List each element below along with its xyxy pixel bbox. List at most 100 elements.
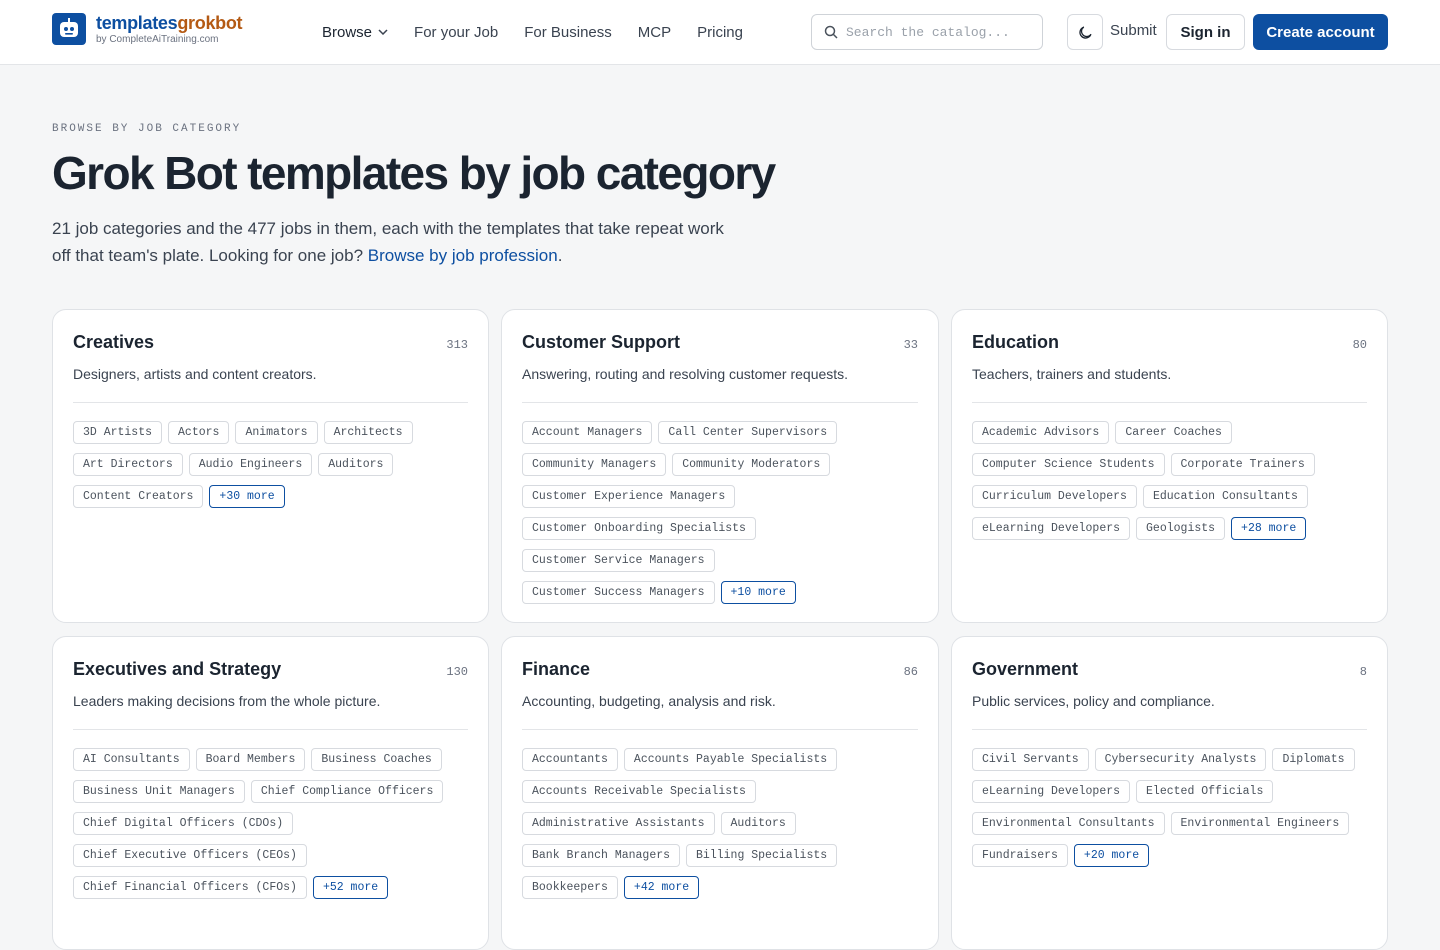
job-chip[interactable]: Auditors — [720, 812, 796, 835]
job-chip[interactable]: Chief Compliance Officers — [250, 780, 444, 803]
more-jobs-button[interactable]: +52 more — [312, 876, 389, 899]
job-chip[interactable]: Content Creators — [73, 485, 204, 508]
job-chip[interactable]: Animators — [235, 421, 318, 444]
job-chip[interactable]: Accounts Payable Specialists — [623, 748, 838, 771]
job-chip-list: Account Managers Call Center Supervisors… — [522, 421, 918, 613]
job-chip-list: Civil Servants Cybersecurity Analysts Di… — [972, 748, 1367, 876]
eyebrow-label: BROWSE BY JOB CATEGORY — [52, 123, 242, 135]
job-chip[interactable]: Administrative Assistants — [522, 812, 715, 835]
category-card-customer-support[interactable]: Customer Support 33 Answering, routing an… — [501, 309, 939, 623]
job-chip[interactable]: Business Unit Managers — [73, 780, 245, 803]
job-chip[interactable]: Customer Service Managers — [522, 549, 715, 572]
sign-in-button[interactable]: Sign in — [1166, 14, 1245, 50]
job-chip[interactable]: eLearning Developers — [972, 517, 1131, 540]
job-chip[interactable]: Account Managers — [522, 421, 653, 444]
more-jobs-button[interactable]: +20 more — [1073, 844, 1150, 867]
job-chip[interactable]: eLearning Developers — [972, 780, 1131, 803]
category-card-finance[interactable]: Finance 86 Accounting, budgeting, analysi… — [501, 636, 939, 950]
category-title: Government — [972, 659, 1079, 679]
brand-logo[interactable]: templatesgrokbot by CompleteAiTraining.c… — [52, 13, 243, 45]
robot-icon — [52, 13, 86, 45]
category-card-executives-and-strategy[interactable]: Executives and Strategy 130 Leaders makin… — [52, 636, 489, 950]
category-description: Accounting, budgeting, analysis and risk… — [522, 693, 918, 730]
job-chip[interactable]: Environmental Engineers — [1170, 812, 1350, 835]
create-account-button[interactable]: Create account — [1253, 14, 1388, 50]
job-chip[interactable]: Fundraisers — [972, 844, 1068, 867]
job-chip[interactable]: Auditors — [318, 453, 394, 476]
job-chip[interactable]: Accounts Receivable Specialists — [522, 780, 756, 803]
job-chip[interactable]: Board Members — [195, 748, 306, 771]
search-input[interactable] — [846, 24, 1026, 40]
job-chip[interactable]: Actors — [168, 421, 230, 444]
category-title: Creatives — [73, 332, 155, 352]
job-chip[interactable]: Environmental Consultants — [972, 812, 1165, 835]
category-description: Answering, routing and resolving custome… — [522, 366, 918, 403]
top-bar: templatesgrokbot by CompleteAiTraining.c… — [0, 0, 1440, 65]
job-chip[interactable]: Bookkeepers — [522, 876, 618, 899]
browse-by-profession-link[interactable]: Browse by job profession — [368, 246, 558, 265]
job-chip[interactable]: Elected Officials — [1136, 780, 1274, 803]
more-jobs-button[interactable]: +10 more — [720, 581, 796, 604]
job-chip-list: 3D Artists Actors Animators Architects A… — [73, 421, 468, 517]
job-chip[interactable]: AI Consultants — [73, 748, 190, 771]
job-chip[interactable]: Civil Servants — [972, 748, 1089, 771]
job-chip[interactable]: Diplomats — [1272, 748, 1355, 771]
job-chip[interactable]: Customer Experience Managers — [522, 485, 736, 508]
nav-for-business[interactable]: For Business — [524, 24, 612, 41]
category-grid: Creatives 313 Designers, artists and cont… — [52, 309, 1388, 950]
category-description: Leaders making decisions from the whole … — [73, 693, 468, 730]
category-description: Designers, artists and content creators. — [73, 366, 468, 403]
job-chip[interactable]: Computer Science Students — [972, 453, 1165, 476]
job-chip-list: AI Consultants Board Members Business Co… — [73, 748, 468, 908]
job-chip[interactable]: Geologists — [1136, 517, 1226, 540]
category-count: 8 — [1359, 665, 1367, 679]
category-count: 33 — [903, 338, 918, 352]
job-chip[interactable]: 3D Artists — [73, 421, 163, 444]
category-title: Education — [972, 332, 1060, 352]
more-jobs-button[interactable]: +30 more — [209, 485, 285, 508]
theme-toggle-button[interactable] — [1067, 14, 1103, 50]
job-chip[interactable]: Audio Engineers — [188, 453, 313, 476]
category-description: Teachers, trainers and students. — [972, 366, 1367, 403]
job-chip[interactable]: Community Moderators — [672, 453, 831, 476]
job-chip[interactable]: Business Coaches — [311, 748, 442, 771]
job-chip[interactable]: Architects — [323, 421, 413, 444]
category-description: Public services, policy and compliance. — [972, 693, 1367, 730]
category-count: 86 — [903, 665, 918, 679]
job-chip[interactable]: Cybersecurity Analysts — [1094, 748, 1267, 771]
job-chip[interactable]: Chief Executive Officers (CEOs) — [73, 844, 307, 867]
category-card-education[interactable]: Education 80 Teachers, trainers and stude… — [951, 309, 1388, 623]
brand-subtitle: by CompleteAiTraining.com — [96, 33, 219, 45]
more-jobs-button[interactable]: +28 more — [1231, 517, 1307, 540]
job-chip[interactable]: Career Coaches — [1115, 421, 1232, 444]
category-title: Executives and Strategy — [73, 659, 282, 679]
job-chip[interactable]: Academic Advisors — [972, 421, 1110, 444]
job-chip[interactable]: Bank Branch Managers — [522, 844, 681, 867]
category-count: 130 — [446, 665, 468, 679]
job-chip[interactable]: Customer Success Managers — [522, 581, 715, 604]
job-chip[interactable]: Corporate Trainers — [1170, 453, 1315, 476]
job-chip[interactable]: Chief Financial Officers (CFOs) — [73, 876, 307, 899]
job-chip[interactable]: Call Center Supervisors — [658, 421, 838, 444]
job-chip[interactable]: Art Directors — [73, 453, 183, 476]
nav-pricing[interactable]: Pricing — [697, 24, 743, 41]
category-card-government[interactable]: Government 8 Public services, policy and … — [951, 636, 1388, 950]
nav-for-your-job[interactable]: For your Job — [414, 24, 498, 41]
submit-link[interactable]: Submit — [1110, 22, 1157, 39]
intro-text: 21 job categories and the 477 jobs in th… — [52, 219, 724, 265]
job-chip[interactable]: Education Consultants — [1142, 485, 1308, 508]
more-jobs-button[interactable]: +42 more — [623, 876, 700, 899]
job-chip[interactable]: Curriculum Developers — [972, 485, 1137, 508]
job-chip[interactable]: Community Managers — [522, 453, 667, 476]
job-chip[interactable]: Chief Digital Officers (CDOs) — [73, 812, 294, 835]
moon-icon — [1078, 25, 1092, 39]
job-chip[interactable]: Accountants — [522, 748, 618, 771]
nav-browse[interactable]: Browse — [322, 24, 388, 41]
job-chip[interactable]: Customer Onboarding Specialists — [522, 517, 756, 540]
category-card-creatives[interactable]: Creatives 313 Designers, artists and cont… — [52, 309, 489, 623]
category-title: Finance — [522, 659, 591, 679]
job-chip[interactable]: Billing Specialists — [686, 844, 838, 867]
nav-mcp[interactable]: MCP — [638, 24, 671, 41]
search-icon — [824, 25, 838, 39]
job-chip-list: Accountants Accounts Payable Specialists… — [522, 748, 918, 908]
